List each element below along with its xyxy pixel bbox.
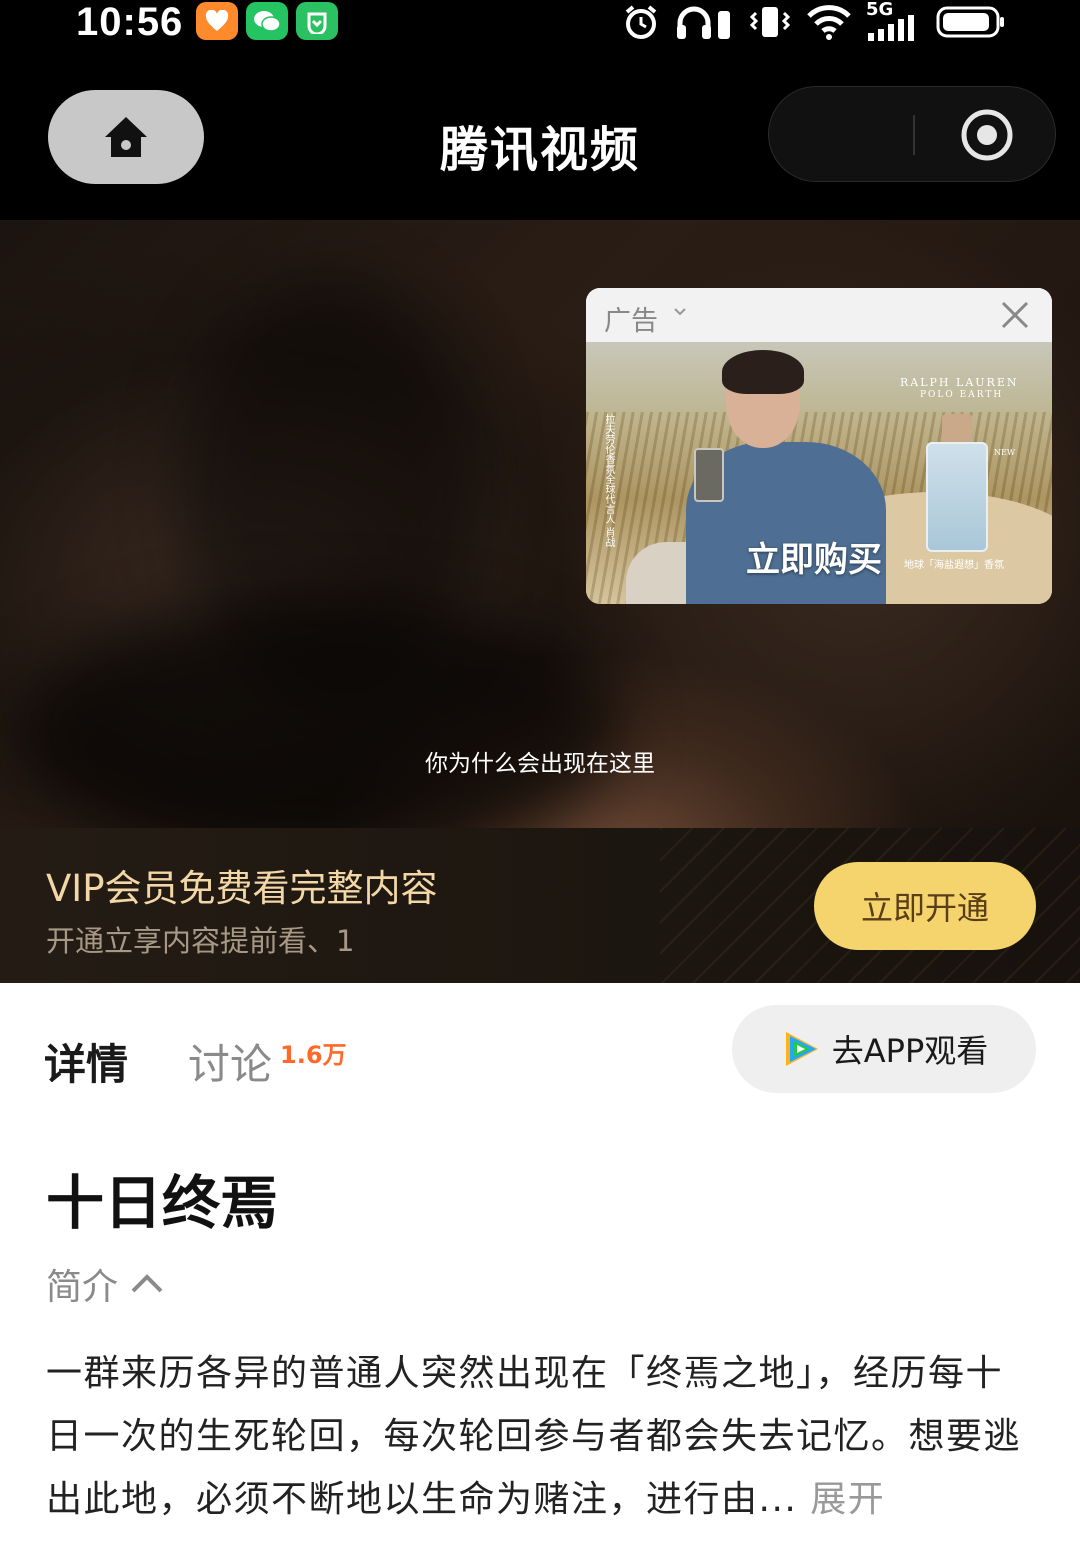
product-line: POLO EARTH — [920, 390, 1004, 400]
show-description: 一群来历各异的普通人突然出现在「终焉之地」，经历每十日一次的生死轮回，每次轮回参… — [46, 1342, 1036, 1531]
mini-program-navbar: 腾讯视频 — [0, 56, 1080, 220]
status-bar: 10:56 5G — [0, 0, 1080, 56]
open-in-app-button[interactable]: 去APP观看 — [732, 1005, 1036, 1093]
new-tag: NEW — [994, 448, 1016, 457]
status-time: 10:56 — [76, 0, 184, 44]
tencent-video-icon — [785, 1032, 818, 1066]
vip-title: VIP会员免费看完整内容 — [46, 867, 438, 910]
vip-subtitle: 开通立享内容提前看、1 — [46, 924, 355, 958]
wechat-icon — [246, 2, 288, 40]
chevron-up-icon — [131, 1274, 163, 1293]
tab-bar: 详情 讨论 1.6万 去APP观看 — [0, 983, 1080, 1113]
ad-image[interactable]: RALPH LAUREN POLO EARTH NEW 拉夫劳伦香氛全球代言人 … — [586, 342, 1052, 604]
brand-name: RALPH LAUREN — [900, 376, 1019, 389]
mi-home-icon — [296, 2, 338, 40]
show-title: 十日终焉 — [46, 1169, 279, 1237]
product-caption: 地球「海盐遐想」香氛 — [904, 560, 1004, 571]
capsule-menu[interactable] — [768, 86, 1056, 182]
battery-icon — [936, 6, 1004, 38]
perfume-cap — [942, 414, 972, 444]
ad-popup[interactable]: 广告 RALPH LAUREN POLO EARTH NEW 拉夫劳伦香氛全球代… — [586, 288, 1052, 604]
buy-now-button[interactable]: 立即购买 — [746, 532, 882, 581]
heart-app-icon — [196, 2, 238, 40]
intro-label: 简介 — [46, 1267, 119, 1308]
more-menu-button[interactable] — [769, 87, 913, 183]
capsule-divider — [913, 115, 915, 155]
chevron-down-icon[interactable] — [672, 304, 688, 320]
intro-toggle[interactable]: 简介 — [46, 1258, 164, 1310]
tab-discussion[interactable]: 讨论 — [188, 1031, 272, 1092]
notification-icons — [196, 2, 338, 40]
perfume-bottle-large — [926, 442, 988, 552]
discussion-count-badge: 1.6万 — [280, 1041, 347, 1069]
vibrate-icon — [749, 7, 791, 37]
wifi-icon — [807, 5, 851, 40]
vip-banner: VIP会员免费看完整内容 开通立享内容提前看、1 立即开通 — [0, 828, 1080, 983]
ad-header: 广告 — [586, 288, 1052, 342]
tab-detail[interactable]: 详情 — [44, 1031, 128, 1092]
open-in-app-label: 去APP观看 — [831, 1032, 989, 1070]
expand-link[interactable]: 展开 — [810, 1479, 885, 1520]
signal-icon: 5G — [866, 0, 922, 41]
close-icon[interactable] — [1000, 300, 1030, 330]
perfume-bottle-small — [694, 448, 724, 502]
ad-label[interactable]: 广告 — [604, 299, 658, 338]
system-icons: 5G — [622, 0, 1006, 42]
close-miniprogram-icon[interactable] — [959, 107, 1015, 163]
video-frame-shadow — [20, 600, 620, 828]
headphones-icon — [677, 6, 730, 39]
open-vip-button[interactable]: 立即开通 — [814, 862, 1036, 950]
model-hair — [722, 350, 804, 394]
video-subtitle: 你为什么会出现在这里 — [425, 751, 655, 777]
alarm-icon — [625, 5, 657, 39]
ad-vertical-text: 拉夫劳伦香氛全球代言人 肖战 — [603, 414, 614, 548]
